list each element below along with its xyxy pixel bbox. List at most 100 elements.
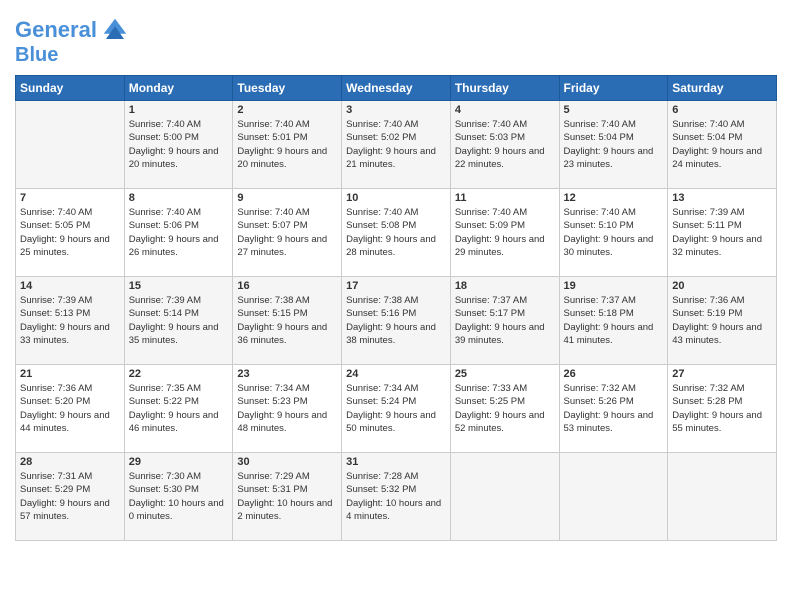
sunset: Sunset: 5:19 PM bbox=[672, 307, 772, 320]
day-number: 9 bbox=[237, 192, 337, 204]
calendar-cell: 18 Sunrise: 7:37 AM Sunset: 5:17 PM Dayl… bbox=[450, 277, 559, 365]
calendar-cell: 25 Sunrise: 7:33 AM Sunset: 5:25 PM Dayl… bbox=[450, 365, 559, 453]
sunset: Sunset: 5:29 PM bbox=[20, 483, 120, 496]
calendar-cell: 7 Sunrise: 7:40 AM Sunset: 5:05 PM Dayli… bbox=[16, 189, 125, 277]
sunset: Sunset: 5:17 PM bbox=[455, 307, 555, 320]
logo: General Blue bbox=[15, 15, 130, 65]
daylight: Daylight: 9 hours and 23 minutes. bbox=[564, 145, 664, 172]
sunrise: Sunrise: 7:35 AM bbox=[129, 382, 229, 395]
day-number: 30 bbox=[237, 456, 337, 468]
sunset: Sunset: 5:01 PM bbox=[237, 131, 337, 144]
sunset: Sunset: 5:18 PM bbox=[564, 307, 664, 320]
day-number: 8 bbox=[129, 192, 229, 204]
day-number: 31 bbox=[346, 456, 446, 468]
calendar-cell bbox=[559, 453, 668, 541]
day-number: 24 bbox=[346, 368, 446, 380]
day-number: 27 bbox=[672, 368, 772, 380]
day-info: Sunrise: 7:38 AM Sunset: 5:15 PM Dayligh… bbox=[237, 294, 337, 347]
day-number: 11 bbox=[455, 192, 555, 204]
calendar-cell: 21 Sunrise: 7:36 AM Sunset: 5:20 PM Dayl… bbox=[16, 365, 125, 453]
calendar-cell: 26 Sunrise: 7:32 AM Sunset: 5:26 PM Dayl… bbox=[559, 365, 668, 453]
day-info: Sunrise: 7:40 AM Sunset: 5:00 PM Dayligh… bbox=[129, 118, 229, 171]
daylight: Daylight: 9 hours and 33 minutes. bbox=[20, 321, 120, 348]
header: General Blue bbox=[15, 15, 777, 65]
sunrise: Sunrise: 7:34 AM bbox=[237, 382, 337, 395]
daylight: Daylight: 9 hours and 24 minutes. bbox=[672, 145, 772, 172]
sunrise: Sunrise: 7:36 AM bbox=[20, 382, 120, 395]
day-number: 14 bbox=[20, 280, 120, 292]
sunrise: Sunrise: 7:38 AM bbox=[346, 294, 446, 307]
sunrise: Sunrise: 7:39 AM bbox=[672, 206, 772, 219]
sunrise: Sunrise: 7:40 AM bbox=[455, 206, 555, 219]
day-info: Sunrise: 7:39 AM Sunset: 5:13 PM Dayligh… bbox=[20, 294, 120, 347]
day-info: Sunrise: 7:30 AM Sunset: 5:30 PM Dayligh… bbox=[129, 470, 229, 523]
weekday-header-row: SundayMondayTuesdayWednesdayThursdayFrid… bbox=[16, 76, 777, 101]
calendar-cell: 20 Sunrise: 7:36 AM Sunset: 5:19 PM Dayl… bbox=[668, 277, 777, 365]
calendar-week-row: 1 Sunrise: 7:40 AM Sunset: 5:00 PM Dayli… bbox=[16, 101, 777, 189]
calendar-cell: 23 Sunrise: 7:34 AM Sunset: 5:23 PM Dayl… bbox=[233, 365, 342, 453]
daylight: Daylight: 9 hours and 46 minutes. bbox=[129, 409, 229, 436]
day-number: 19 bbox=[564, 280, 664, 292]
day-number: 18 bbox=[455, 280, 555, 292]
day-info: Sunrise: 7:39 AM Sunset: 5:11 PM Dayligh… bbox=[672, 206, 772, 259]
day-number: 7 bbox=[20, 192, 120, 204]
sunset: Sunset: 5:32 PM bbox=[346, 483, 446, 496]
daylight: Daylight: 9 hours and 44 minutes. bbox=[20, 409, 120, 436]
sunset: Sunset: 5:26 PM bbox=[564, 395, 664, 408]
daylight: Daylight: 9 hours and 36 minutes. bbox=[237, 321, 337, 348]
calendar-cell: 14 Sunrise: 7:39 AM Sunset: 5:13 PM Dayl… bbox=[16, 277, 125, 365]
calendar-cell: 10 Sunrise: 7:40 AM Sunset: 5:08 PM Dayl… bbox=[342, 189, 451, 277]
calendar-cell: 8 Sunrise: 7:40 AM Sunset: 5:06 PM Dayli… bbox=[124, 189, 233, 277]
weekday-header: Saturday bbox=[668, 76, 777, 101]
calendar-cell: 1 Sunrise: 7:40 AM Sunset: 5:00 PM Dayli… bbox=[124, 101, 233, 189]
daylight: Daylight: 9 hours and 52 minutes. bbox=[455, 409, 555, 436]
calendar-cell bbox=[668, 453, 777, 541]
calendar-cell: 15 Sunrise: 7:39 AM Sunset: 5:14 PM Dayl… bbox=[124, 277, 233, 365]
logo-icon bbox=[100, 15, 130, 45]
daylight: Daylight: 9 hours and 35 minutes. bbox=[129, 321, 229, 348]
day-info: Sunrise: 7:40 AM Sunset: 5:10 PM Dayligh… bbox=[564, 206, 664, 259]
day-number: 29 bbox=[129, 456, 229, 468]
daylight: Daylight: 9 hours and 29 minutes. bbox=[455, 233, 555, 260]
sunset: Sunset: 5:09 PM bbox=[455, 219, 555, 232]
day-info: Sunrise: 7:40 AM Sunset: 5:04 PM Dayligh… bbox=[564, 118, 664, 171]
day-info: Sunrise: 7:34 AM Sunset: 5:24 PM Dayligh… bbox=[346, 382, 446, 435]
day-info: Sunrise: 7:40 AM Sunset: 5:09 PM Dayligh… bbox=[455, 206, 555, 259]
sunrise: Sunrise: 7:30 AM bbox=[129, 470, 229, 483]
daylight: Daylight: 9 hours and 22 minutes. bbox=[455, 145, 555, 172]
day-info: Sunrise: 7:32 AM Sunset: 5:26 PM Dayligh… bbox=[564, 382, 664, 435]
daylight: Daylight: 9 hours and 53 minutes. bbox=[564, 409, 664, 436]
weekday-header: Monday bbox=[124, 76, 233, 101]
day-info: Sunrise: 7:35 AM Sunset: 5:22 PM Dayligh… bbox=[129, 382, 229, 435]
daylight: Daylight: 9 hours and 48 minutes. bbox=[237, 409, 337, 436]
day-info: Sunrise: 7:40 AM Sunset: 5:06 PM Dayligh… bbox=[129, 206, 229, 259]
day-number: 1 bbox=[129, 104, 229, 116]
sunrise: Sunrise: 7:40 AM bbox=[564, 118, 664, 131]
day-info: Sunrise: 7:37 AM Sunset: 5:17 PM Dayligh… bbox=[455, 294, 555, 347]
daylight: Daylight: 9 hours and 27 minutes. bbox=[237, 233, 337, 260]
sunrise: Sunrise: 7:32 AM bbox=[672, 382, 772, 395]
calendar-cell: 27 Sunrise: 7:32 AM Sunset: 5:28 PM Dayl… bbox=[668, 365, 777, 453]
day-info: Sunrise: 7:32 AM Sunset: 5:28 PM Dayligh… bbox=[672, 382, 772, 435]
sunrise: Sunrise: 7:40 AM bbox=[346, 118, 446, 131]
calendar-cell: 3 Sunrise: 7:40 AM Sunset: 5:02 PM Dayli… bbox=[342, 101, 451, 189]
day-info: Sunrise: 7:40 AM Sunset: 5:07 PM Dayligh… bbox=[237, 206, 337, 259]
sunset: Sunset: 5:30 PM bbox=[129, 483, 229, 496]
sunrise: Sunrise: 7:40 AM bbox=[129, 206, 229, 219]
sunset: Sunset: 5:14 PM bbox=[129, 307, 229, 320]
day-number: 2 bbox=[237, 104, 337, 116]
day-number: 21 bbox=[20, 368, 120, 380]
weekday-header: Sunday bbox=[16, 76, 125, 101]
day-number: 23 bbox=[237, 368, 337, 380]
daylight: Daylight: 10 hours and 4 minutes. bbox=[346, 497, 446, 524]
calendar-cell: 29 Sunrise: 7:30 AM Sunset: 5:30 PM Dayl… bbox=[124, 453, 233, 541]
day-number: 4 bbox=[455, 104, 555, 116]
calendar-cell: 5 Sunrise: 7:40 AM Sunset: 5:04 PM Dayli… bbox=[559, 101, 668, 189]
sunrise: Sunrise: 7:31 AM bbox=[20, 470, 120, 483]
daylight: Daylight: 9 hours and 20 minutes. bbox=[237, 145, 337, 172]
calendar-cell: 22 Sunrise: 7:35 AM Sunset: 5:22 PM Dayl… bbox=[124, 365, 233, 453]
daylight: Daylight: 9 hours and 43 minutes. bbox=[672, 321, 772, 348]
daylight: Daylight: 9 hours and 57 minutes. bbox=[20, 497, 120, 524]
sunrise: Sunrise: 7:34 AM bbox=[346, 382, 446, 395]
calendar-table: SundayMondayTuesdayWednesdayThursdayFrid… bbox=[15, 75, 777, 541]
